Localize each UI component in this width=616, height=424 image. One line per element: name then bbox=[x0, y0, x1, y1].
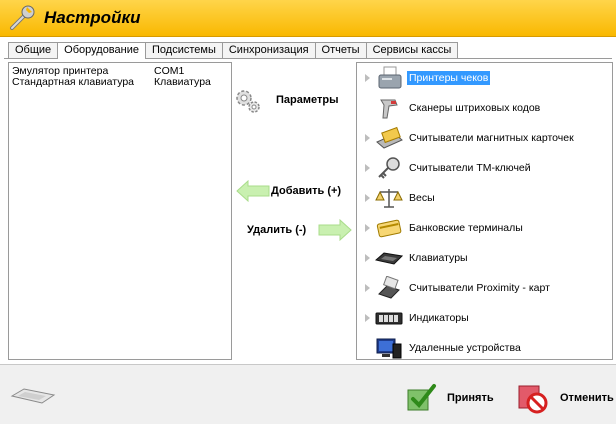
category-label: Сканеры штриховых кодов bbox=[409, 102, 541, 114]
magnetic-card-reader-icon bbox=[376, 126, 403, 149]
expand-triangle-icon[interactable] bbox=[365, 194, 370, 202]
checkmark-icon bbox=[407, 384, 436, 411]
category-label: Индикаторы bbox=[409, 312, 469, 324]
expand-triangle-icon[interactable] bbox=[365, 224, 370, 232]
cancel-label: Отменить bbox=[560, 392, 614, 404]
category-barcode-scanners[interactable]: Сканеры штриховых кодов bbox=[357, 93, 610, 123]
window-title: Настройки bbox=[44, 8, 141, 27]
category-receipt-printers[interactable]: Принтеры чеков bbox=[357, 63, 610, 93]
keyboard-icon bbox=[375, 252, 403, 265]
expand-triangle-icon[interactable] bbox=[365, 164, 370, 172]
device-port: Клавиатура bbox=[154, 76, 211, 88]
category-label: Клавиатуры bbox=[409, 252, 468, 264]
receipt-printer-icon bbox=[378, 66, 402, 89]
device-name: Стандартная клавиатура bbox=[12, 76, 135, 88]
installed-devices-list[interactable]: Эмулятор принтера COM1 Стандартная клави… bbox=[8, 62, 232, 360]
expand-triangle-icon[interactable] bbox=[365, 254, 370, 262]
list-item[interactable]: Стандартная клавиатура Клавиатура bbox=[9, 77, 231, 88]
category-label: Удаленные устройства bbox=[409, 342, 521, 354]
category-label: Считыватели Proximity - карт bbox=[409, 282, 550, 294]
remove-button[interactable]: Удалить (-) bbox=[247, 224, 306, 236]
tab-equipment[interactable]: Оборудование bbox=[57, 42, 146, 59]
add-button[interactable]: Добавить (+) bbox=[271, 185, 341, 197]
category-magnetic-card-readers[interactable]: Считыватели магнитных карточек bbox=[357, 123, 610, 153]
category-label: Считыватели магнитных карточек bbox=[409, 132, 574, 144]
category-label: Принтеры чеков bbox=[407, 71, 491, 85]
proximity-card-icon bbox=[378, 276, 400, 299]
expand-triangle-icon[interactable] bbox=[365, 74, 370, 82]
tab-synchronization[interactable]: Синхронизация bbox=[221, 42, 316, 58]
tab-general[interactable]: Общие bbox=[8, 42, 59, 58]
category-scales[interactable]: Весы bbox=[357, 183, 610, 213]
bank-card-icon bbox=[376, 219, 402, 238]
category-label: Банковские терминалы bbox=[409, 222, 523, 234]
tab-cash-services[interactable]: Сервисы кассы bbox=[365, 42, 459, 58]
accept-button[interactable]: Принять bbox=[405, 382, 505, 416]
category-label: Считыватели ТМ-ключей bbox=[409, 162, 531, 174]
expand-triangle-icon[interactable] bbox=[365, 314, 370, 322]
category-label: Весы bbox=[409, 192, 435, 204]
display-indicator-icon bbox=[375, 312, 403, 325]
barcode-scanner-icon bbox=[380, 99, 398, 119]
gears-icon[interactable] bbox=[234, 88, 262, 114]
accept-label: Принять bbox=[447, 392, 494, 404]
tm-key-icon bbox=[378, 157, 400, 179]
tab-reports[interactable]: Отчеты bbox=[314, 42, 367, 58]
expand-triangle-icon[interactable] bbox=[365, 134, 370, 142]
cancel-icon bbox=[518, 385, 548, 414]
category-tm-key-readers[interactable]: Считыватели ТМ-ключей bbox=[357, 153, 610, 183]
category-bank-terminals[interactable]: Банковские терминалы bbox=[357, 213, 610, 243]
arrow-right-icon[interactable] bbox=[318, 219, 352, 241]
tab-subsystems[interactable]: Подсистемы bbox=[145, 42, 223, 58]
onscreen-keyboard-icon[interactable] bbox=[10, 386, 56, 406]
category-remote-devices[interactable]: Удаленные устройства bbox=[357, 333, 610, 363]
parameters-button[interactable]: Параметры bbox=[276, 94, 338, 106]
tab-strip: Общие Оборудование Подсистемы Синхрониза… bbox=[8, 42, 459, 59]
category-keyboards[interactable]: Клавиатуры bbox=[357, 243, 610, 273]
cancel-button[interactable]: Отменить bbox=[517, 382, 616, 416]
title-bar: Настройки bbox=[0, 0, 616, 37]
expand-triangle-icon[interactable] bbox=[365, 284, 370, 292]
wrench-icon bbox=[10, 5, 35, 30]
device-categories-tree[interactable]: Принтеры чеков Сканеры штриховых кодов С… bbox=[356, 62, 613, 360]
category-indicators[interactable]: Индикаторы bbox=[357, 303, 610, 333]
scales-icon bbox=[375, 189, 403, 208]
category-proximity-readers[interactable]: Считыватели Proximity - карт bbox=[357, 273, 610, 303]
remote-devices-icon bbox=[376, 338, 402, 359]
arrow-left-icon[interactable] bbox=[236, 180, 270, 202]
